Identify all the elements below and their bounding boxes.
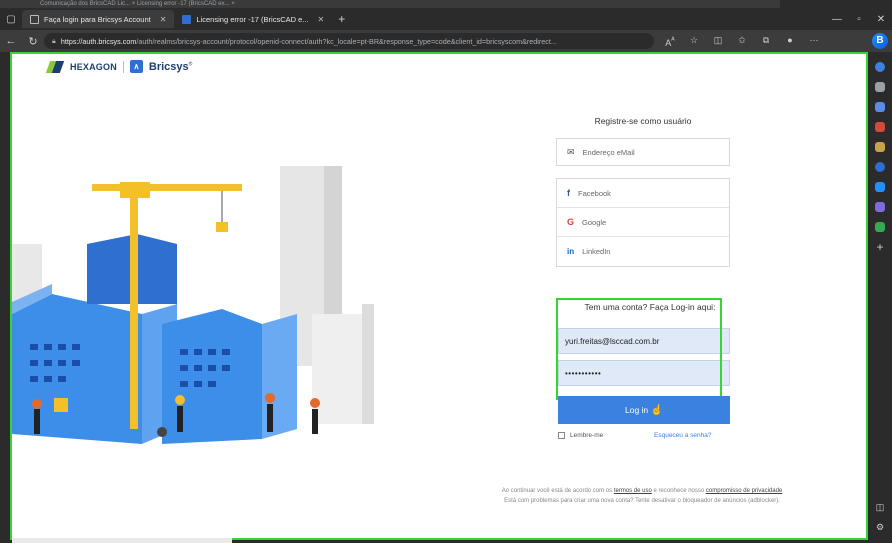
login-highlight-box bbox=[556, 298, 722, 400]
forgot-password-link[interactable]: Esqueceu a senha? bbox=[654, 432, 711, 439]
toolbar-icons: Aᴬ ☆ ◫ ✩ ⧉ ● ··· bbox=[660, 35, 824, 48]
tab-bricsys-login[interactable]: Faça login para Bricsys Account ✕ bbox=[22, 10, 175, 28]
register-email-button[interactable]: ✉ Endereço eMail bbox=[556, 138, 730, 166]
ghost-tab-strip: Comunicação dos BricsCAD Lic... × Licens… bbox=[0, 0, 780, 8]
footer-text: Ao continuar você está de acordo com os … bbox=[452, 486, 832, 506]
bricsys-logo-icon: ∧ bbox=[129, 60, 143, 73]
more-menu-icon[interactable]: ··· bbox=[804, 35, 824, 48]
left-edge bbox=[0, 52, 10, 543]
adblock-hint: Está com problemas para criar uma nova c… bbox=[504, 498, 780, 504]
remember-me[interactable]: Lembre-me bbox=[558, 432, 603, 439]
register-email-label: Endereço eMail bbox=[582, 147, 635, 157]
refresh-icon[interactable]: ↻ bbox=[22, 35, 44, 48]
linkedin-icon: in bbox=[567, 247, 575, 256]
hexagon-wordmark: HEXAGON bbox=[70, 61, 117, 72]
page-icon bbox=[30, 14, 39, 24]
bricsys-favicon-icon bbox=[182, 14, 192, 24]
tab-label: Licensing error -17 (BricsCAD e... bbox=[196, 14, 309, 24]
sidebar-briefcase-icon[interactable] bbox=[875, 122, 885, 132]
tab-label: Faça login para Bricsys Account bbox=[44, 14, 151, 24]
sidebar-games-icon[interactable] bbox=[875, 142, 885, 152]
sidebar-magnifier-icon[interactable] bbox=[875, 82, 885, 92]
terms-link[interactable]: termos de uso bbox=[614, 488, 652, 494]
address-bar-row: ← ↻ 🔒︎ https://auth.bricsys.com /auth/re… bbox=[0, 30, 892, 52]
construction-illustration bbox=[12, 166, 374, 444]
copilot-icon[interactable]: B bbox=[872, 33, 888, 49]
lock-icon: 🔒︎ bbox=[52, 36, 56, 45]
read-aloud-icon[interactable]: Aᴬ bbox=[660, 35, 680, 48]
google-login-button[interactable]: G Google bbox=[557, 208, 729, 237]
tab-licensing-error[interactable]: Licensing error -17 (BricsCAD e... ✕ bbox=[174, 10, 332, 28]
edge-sidebar: + ◫ ⚙ bbox=[868, 52, 892, 543]
google-label: Google bbox=[582, 217, 607, 227]
envelope-icon: ✉ bbox=[567, 146, 575, 157]
close-tab-icon[interactable]: ✕ bbox=[318, 15, 325, 24]
google-icon: G bbox=[567, 217, 575, 227]
sidebar-settings-icon[interactable]: ⚙ bbox=[868, 522, 892, 533]
maximize-icon[interactable]: ▫ bbox=[848, 8, 870, 30]
back-arrow-icon[interactable]: ← bbox=[0, 35, 22, 47]
sidebar-layout-icon[interactable]: ◫ bbox=[868, 502, 892, 513]
brand-logo[interactable]: HEXAGON ∧ Bricsys® bbox=[45, 60, 193, 73]
url-domain: https://auth.bricsys.com bbox=[60, 36, 137, 46]
sidebar-add-icon[interactable]: + bbox=[868, 240, 892, 254]
close-window-icon[interactable]: ✕ bbox=[870, 8, 892, 30]
sidebar-search-icon[interactable] bbox=[875, 62, 885, 72]
tab-bar: ▢ Faça login para Bricsys Account ✕ Lice… bbox=[0, 8, 892, 30]
register-title: Registre-se como usuário bbox=[594, 116, 692, 126]
social-login-group: f Facebook G Google in LinkedIn bbox=[556, 178, 730, 267]
sidebar-designer-icon[interactable] bbox=[875, 202, 885, 212]
login-button[interactable]: Log in ☝ bbox=[558, 396, 730, 424]
browser-window: Comunicação dos BricsCAD Lic... × Licens… bbox=[0, 0, 892, 543]
sidebar-send-icon[interactable] bbox=[875, 222, 885, 232]
linkedin-login-button[interactable]: in LinkedIn bbox=[557, 237, 729, 266]
facebook-login-button[interactable]: f Facebook bbox=[557, 179, 729, 208]
favorite-star-icon[interactable]: ☆ bbox=[684, 35, 704, 48]
close-tab-icon[interactable]: ✕ bbox=[160, 15, 167, 24]
url-path: /auth/realms/bricsys-account/protocol/op… bbox=[136, 36, 557, 46]
sidebar-edge-icon[interactable] bbox=[875, 162, 885, 172]
register-panel: Registre-se como usuário ✉ Endereço eMai… bbox=[556, 116, 730, 267]
facebook-icon: f bbox=[567, 188, 570, 198]
favorites-icon[interactable]: ✩ bbox=[732, 35, 752, 48]
facebook-label: Facebook bbox=[578, 188, 611, 198]
minimize-icon[interactable]: — bbox=[826, 8, 848, 30]
bricsys-wordmark: Bricsys® bbox=[148, 60, 193, 73]
sidebar-tag-icon[interactable] bbox=[875, 102, 885, 112]
remember-checkbox[interactable] bbox=[558, 432, 565, 439]
url-field[interactable]: 🔒︎ https://auth.bricsys.com /auth/realms… bbox=[44, 33, 654, 49]
split-screen-icon[interactable]: ◫ bbox=[708, 35, 728, 48]
window-controls: — ▫ ✕ bbox=[826, 8, 892, 30]
profile-avatar-icon[interactable]: ● bbox=[780, 35, 800, 48]
new-tab-button[interactable]: + bbox=[332, 12, 351, 26]
sidebar-outlook-icon[interactable] bbox=[875, 182, 885, 192]
pointer-cursor-icon: ☝ bbox=[650, 405, 663, 416]
privacy-link[interactable]: compromisso de privacidade bbox=[706, 488, 782, 494]
collections-icon[interactable]: ⧉ bbox=[756, 35, 776, 48]
page-viewport: HEXAGON ∧ Bricsys® Registre-se como usuá… bbox=[10, 52, 868, 540]
status-bar-hint bbox=[12, 538, 232, 543]
remember-label: Lembre-me bbox=[570, 432, 604, 439]
logo-divider bbox=[122, 60, 124, 73]
hexagon-logo-icon bbox=[45, 60, 65, 73]
window-menu-icon[interactable]: ▢ bbox=[0, 8, 22, 30]
linkedin-label: LinkedIn bbox=[582, 247, 611, 256]
